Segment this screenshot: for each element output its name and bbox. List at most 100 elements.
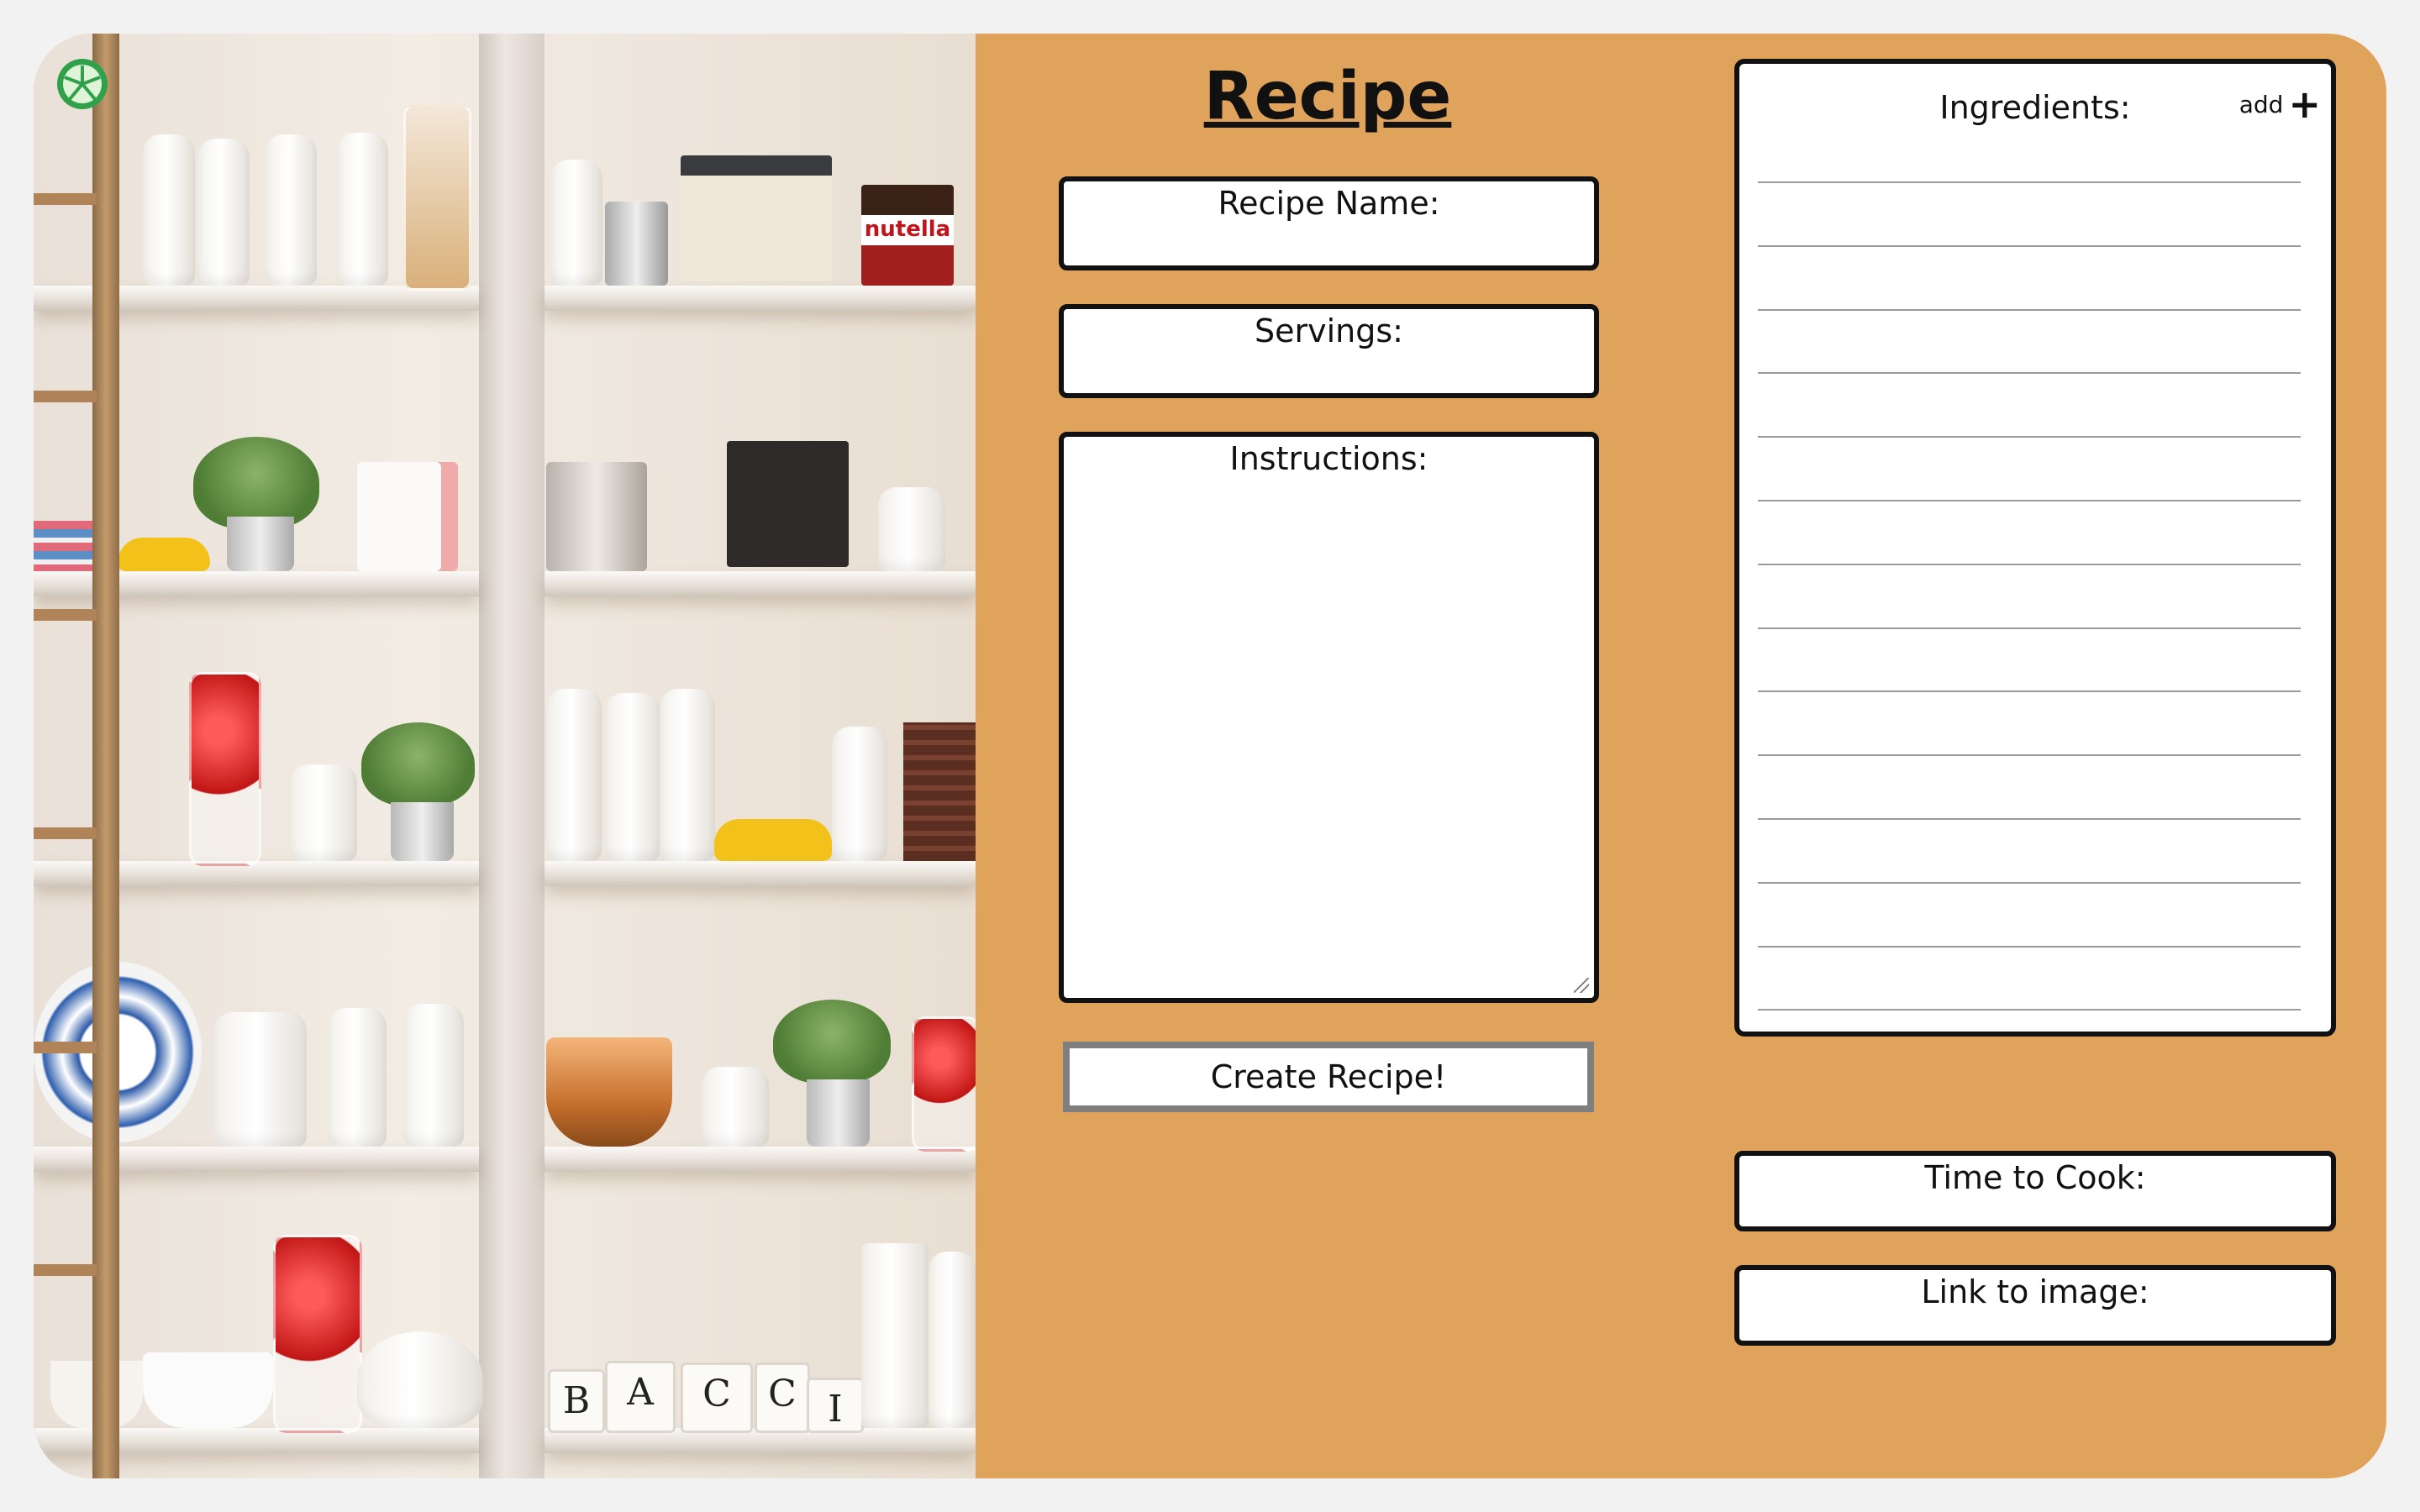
shelf xyxy=(544,571,976,596)
mug-letter: C xyxy=(702,1373,731,1415)
add-label: add xyxy=(2238,90,2284,118)
time-to-cook-field[interactable]: Time to Cook: xyxy=(1734,1151,2336,1231)
ingredient-line[interactable] xyxy=(1758,308,2301,311)
milk-bottle xyxy=(660,689,715,861)
petits-sweets-book xyxy=(727,441,849,567)
utensil-pot xyxy=(605,202,668,286)
plant-pot xyxy=(391,802,454,861)
link-to-image-field[interactable]: Link to image: xyxy=(1734,1265,2336,1346)
link-to-image-input[interactable] xyxy=(1748,1312,2323,1344)
time-to-cook-label: Time to Cook: xyxy=(1924,1159,2146,1196)
milk-bottle xyxy=(328,1008,387,1147)
instructions-textarea[interactable] xyxy=(1072,484,1586,973)
toy-car xyxy=(714,819,832,861)
ornament-jar xyxy=(912,1016,976,1152)
ladder-rung xyxy=(34,1264,97,1276)
milk-bottle xyxy=(832,727,887,861)
letter-mug: A xyxy=(605,1361,676,1433)
toy-car xyxy=(118,538,210,571)
ingredient-line[interactable] xyxy=(1758,627,2301,629)
add-ingredient-button[interactable]: add + xyxy=(2238,81,2321,127)
ingredient-line[interactable] xyxy=(1758,372,2301,375)
create-recipe-button[interactable]: Create Recipe! xyxy=(1063,1042,1594,1112)
glass-jar xyxy=(403,105,471,291)
ingredient-line[interactable] xyxy=(1758,754,2301,757)
ingredient-line[interactable] xyxy=(1758,945,2301,948)
mug-letter: C xyxy=(768,1373,797,1415)
milk-bottle xyxy=(929,1252,976,1428)
metal-canister xyxy=(861,1243,929,1428)
white-pitcher xyxy=(214,1012,307,1147)
resize-grip-icon[interactable] xyxy=(1574,978,1589,993)
ingredient-line[interactable] xyxy=(1758,436,2301,438)
servings-field[interactable]: Servings: xyxy=(1059,304,1599,398)
ladder-rung xyxy=(34,827,97,839)
white-teapot xyxy=(357,1331,483,1428)
mug-letter: B xyxy=(562,1379,591,1422)
time-to-cook-input[interactable] xyxy=(1748,1198,2323,1230)
milk-bottle xyxy=(546,689,602,861)
ornament-jar xyxy=(273,1235,362,1433)
app-window: nutella B A C C I Recipe Recipe Name: Se… xyxy=(34,34,2386,1478)
ornament-jar xyxy=(189,672,261,866)
lime-logo-icon[interactable] xyxy=(52,52,113,113)
letter-mug: C xyxy=(755,1362,810,1433)
shelf-divider xyxy=(479,34,544,1478)
white-jug xyxy=(878,487,945,571)
page-title: Recipe xyxy=(1203,59,1452,134)
link-to-image-label: Link to image: xyxy=(1921,1273,2149,1310)
utensil-crock xyxy=(546,462,647,571)
towel-crock xyxy=(357,462,458,571)
plant-pot xyxy=(227,517,294,571)
ingredients-panel: Ingredients: add + xyxy=(1734,59,2336,1037)
ladder-rail xyxy=(92,34,119,1478)
plant-pot xyxy=(807,1079,870,1147)
ladder-rung xyxy=(34,391,97,402)
ladder-rung xyxy=(34,1042,97,1053)
ingredient-line[interactable] xyxy=(1758,500,2301,501)
ingredient-line[interactable] xyxy=(1758,690,2301,693)
shelf xyxy=(544,286,976,311)
spread-jar: nutella xyxy=(861,185,954,286)
ladder-rung xyxy=(34,193,97,205)
chocolate-book xyxy=(681,155,832,281)
potted-plant xyxy=(193,437,319,529)
instructions-label: Instructions: xyxy=(1229,440,1428,477)
letter-mug: I xyxy=(807,1378,864,1433)
shelf xyxy=(544,861,976,886)
ingredient-line[interactable] xyxy=(1758,1009,2301,1011)
recipe-name-label: Recipe Name: xyxy=(1218,185,1440,222)
book-stack xyxy=(34,521,92,571)
letter-mug: B xyxy=(548,1369,605,1433)
copper-mixing-bowl xyxy=(546,1037,672,1147)
milk-bottle xyxy=(605,693,660,861)
mug-letter: I xyxy=(828,1388,843,1431)
potted-plant xyxy=(773,1000,891,1084)
kitchen-shelves-photo: nutella B A C C I xyxy=(34,34,976,1478)
baking-box xyxy=(903,722,976,861)
ingredient-line[interactable] xyxy=(1758,818,2301,820)
sugar-bowl xyxy=(702,1067,769,1147)
ingredient-line[interactable] xyxy=(1758,881,2301,884)
milk-bottle xyxy=(197,139,250,286)
milk-bottle xyxy=(143,134,195,286)
shelf xyxy=(544,1147,976,1172)
servings-input[interactable] xyxy=(1072,356,1586,391)
spread-jar-label: nutella xyxy=(864,217,951,242)
ingredient-line[interactable] xyxy=(1758,563,2301,565)
milk-bottle xyxy=(550,160,602,286)
servings-label: Servings: xyxy=(1255,312,1403,349)
ingredient-line[interactable] xyxy=(1758,181,2301,183)
potted-plant xyxy=(361,722,475,806)
milk-bottle xyxy=(403,1004,464,1147)
letter-mug: C xyxy=(681,1362,753,1433)
milk-bottle xyxy=(265,134,317,286)
bowl-stack xyxy=(143,1352,273,1428)
recipe-name-field[interactable]: Recipe Name: xyxy=(1059,176,1599,270)
ingredient-line[interactable] xyxy=(1758,244,2301,247)
plus-icon: + xyxy=(2288,81,2321,127)
instructions-field[interactable]: Instructions: xyxy=(1059,432,1599,1003)
mug-letter: A xyxy=(627,1371,654,1414)
recipe-name-input[interactable] xyxy=(1072,228,1586,264)
ladder-rung xyxy=(34,609,97,621)
